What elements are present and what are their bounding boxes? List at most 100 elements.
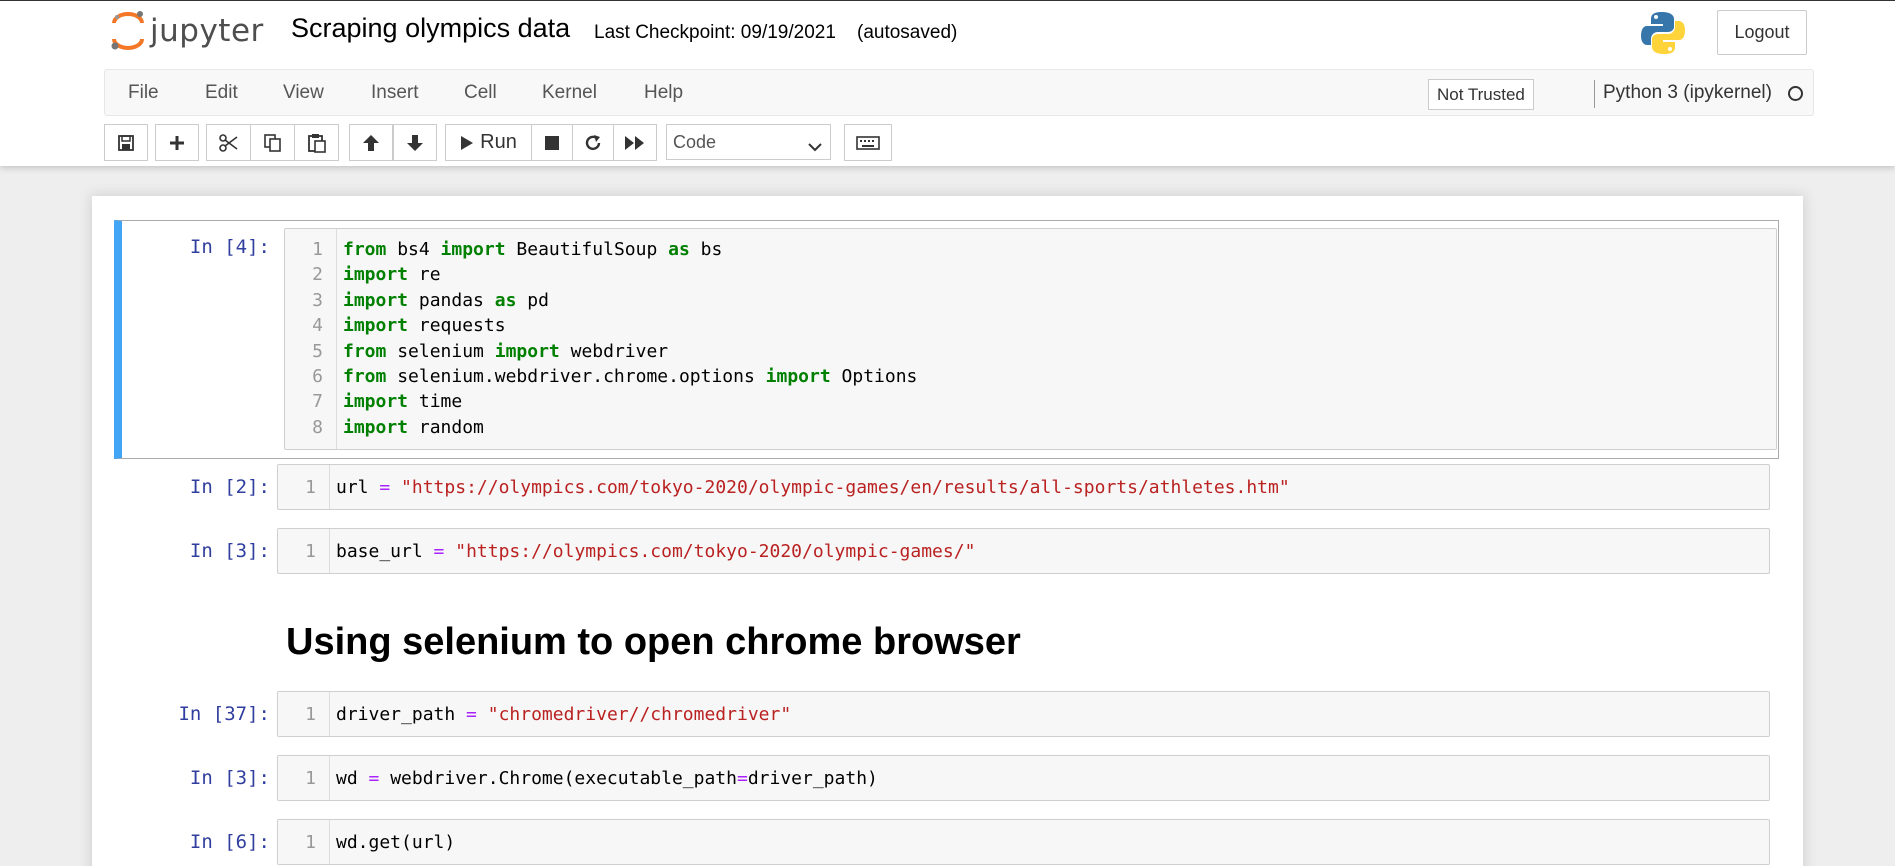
cell-type-select[interactable]: Code: [666, 124, 831, 160]
code-token: wd: [336, 768, 369, 789]
python-logo-icon: [1640, 10, 1686, 56]
cell-type-value: Code: [673, 131, 717, 152]
code-line[interactable]: 5 from selenium import webdriver: [285, 339, 1776, 364]
not-trusted-button[interactable]: Not Trusted: [1428, 79, 1534, 110]
jupyter-logo-icon: [110, 9, 146, 53]
code-text: wd = webdriver.Chrome(executable_path=dr…: [336, 766, 878, 791]
code-line[interactable]: 8 import random: [285, 415, 1776, 440]
menu-cell[interactable]: Cell: [464, 82, 497, 104]
code-cell[interactable]: In [3]: 1 wd = webdriver.Chrome(executabl…: [114, 755, 1779, 809]
line-number: 6: [312, 366, 323, 387]
paste-button[interactable]: [294, 124, 339, 161]
insert-cell-button[interactable]: [155, 124, 199, 161]
code-text: from selenium import webdriver: [343, 339, 668, 364]
header: jupyter Scraping olympics data Last Chec…: [0, 0, 1895, 166]
operator-token: =: [433, 541, 445, 562]
operator-token: =: [736, 768, 748, 789]
input-prompt: In [4]:: [189, 236, 270, 258]
code-text: import requests: [343, 313, 506, 338]
code-editor[interactable]: 1 wd.get(url): [277, 819, 1770, 865]
interrupt-button[interactable]: [531, 124, 573, 161]
menu-view[interactable]: View: [283, 82, 324, 104]
code-line[interactable]: 6 from selenium.webdriver.chrome.options …: [285, 364, 1776, 389]
line-number: 8: [312, 416, 323, 438]
cut-button[interactable]: [206, 124, 251, 161]
code-token: webdriver: [559, 340, 669, 362]
save-icon: [117, 134, 135, 152]
menu-file[interactable]: File: [128, 82, 159, 104]
code-editor[interactable]: 1 base_url = "https://olympics.com/tokyo-…: [277, 528, 1770, 574]
fast-forward-icon: [624, 135, 646, 151]
operator-token: =: [368, 768, 380, 789]
code-line[interactable]: 1 base_url = "https://olympics.com/tokyo-…: [278, 539, 1769, 564]
code-editor[interactable]: 1 driver_path = "chromedriver//chromedriv…: [277, 691, 1770, 737]
code-editor[interactable]: 1 url = "https://olympics.com/tokyo-2020/…: [277, 464, 1770, 510]
code-line[interactable]: 1 from bs4 import BeautifulSoup as bs: [285, 237, 1776, 262]
code-line[interactable]: 7 import time: [285, 389, 1776, 414]
menu-help[interactable]: Help: [644, 82, 683, 104]
input-prompt: In [3]:: [189, 540, 270, 562]
chevron-down-icon: [808, 136, 822, 157]
code-cell[interactable]: In [2]: 1 url = "https://olympics.com/tok…: [114, 464, 1779, 518]
keyword-token: import: [343, 264, 409, 286]
code-cell[interactable]: In [3]: 1 base_url = "https://olympics.co…: [114, 528, 1779, 582]
code-token: BeautifulSoup: [505, 239, 669, 260]
code-cell[interactable]: In [6]: 1 wd.get(url): [114, 819, 1779, 866]
code-text: import re: [343, 262, 441, 287]
menu-kernel[interactable]: Kernel: [542, 82, 597, 104]
save-button[interactable]: [104, 124, 148, 161]
notebook-title[interactable]: Scraping olympics data: [291, 13, 570, 44]
keyword-token: import: [343, 391, 409, 413]
markdown-heading[interactable]: Using selenium to open chrome browser: [286, 621, 1021, 664]
restart-button[interactable]: [572, 124, 614, 161]
code-line[interactable]: 1 wd = webdriver.Chrome(executable_path=d…: [278, 766, 1769, 791]
code-token: bs4: [386, 239, 441, 260]
checkpoint-status: Last Checkpoint: 09/19/2021: [594, 22, 836, 43]
code-token: url: [336, 477, 380, 498]
menu-insert[interactable]: Insert: [371, 82, 419, 104]
code-token: Options: [830, 366, 918, 387]
copy-icon: [263, 133, 283, 153]
kernel-idle-indicator-icon: [1788, 86, 1803, 101]
code-line[interactable]: 1 wd.get(url): [278, 830, 1769, 855]
run-button[interactable]: Run: [445, 124, 532, 161]
code-text: from bs4 import BeautifulSoup as bs: [343, 237, 722, 262]
command-palette-button[interactable]: [844, 124, 892, 161]
line-number: 2: [312, 264, 323, 286]
move-up-button[interactable]: [349, 124, 393, 161]
keyword-token: as: [668, 239, 690, 260]
restart-run-all-button[interactable]: [613, 124, 657, 161]
code-text: driver_path = "chromedriver//chromedrive…: [336, 702, 791, 727]
code-editor[interactable]: 1 wd = webdriver.Chrome(executable_path=d…: [277, 755, 1770, 801]
code-line[interactable]: 4 import requests: [285, 313, 1776, 338]
code-line[interactable]: 2 import re: [285, 262, 1776, 287]
code-text: import random: [343, 415, 484, 440]
keyword-token: from: [343, 239, 387, 260]
keyboard-icon: [856, 135, 880, 151]
code-line[interactable]: 1 url = "https://olympics.com/tokyo-2020/…: [278, 475, 1769, 500]
menubar: File Edit View Insert Cell Kernel Help N…: [104, 69, 1814, 116]
code-editor[interactable]: 1 from bs4 import BeautifulSoup as bs 2 imp…: [284, 228, 1777, 450]
move-down-button[interactable]: [393, 124, 437, 161]
code-cell-selected[interactable]: In [4]: 1 from bs4 import BeautifulSoup a…: [114, 220, 1779, 459]
string-token: "chromedriver//chromedriver": [487, 704, 792, 725]
menu-edit[interactable]: Edit: [205, 82, 238, 104]
code-line[interactable]: 1 driver_path = "chromedriver//chromedriv…: [278, 702, 1769, 727]
line-number: 7: [312, 391, 323, 413]
code-text: import time: [343, 389, 462, 414]
code-token: re: [408, 264, 441, 286]
line-number: 1: [305, 832, 316, 853]
plus-icon: [168, 134, 186, 152]
copy-button[interactable]: [250, 124, 295, 161]
logout-button[interactable]: Logout: [1717, 10, 1807, 55]
code-cell[interactable]: In [37]: 1 driver_path = "chromedriver//c…: [114, 691, 1779, 745]
play-icon: [460, 135, 474, 151]
jupyter-logo[interactable]: jupyter: [110, 9, 264, 53]
kernel-divider: [1594, 80, 1595, 108]
code-text: url = "https://olympics.com/tokyo-2020/o…: [336, 475, 1290, 500]
restart-icon: [584, 134, 602, 152]
stop-icon: [544, 135, 560, 151]
code-line[interactable]: 3 import pandas as pd: [285, 288, 1776, 313]
